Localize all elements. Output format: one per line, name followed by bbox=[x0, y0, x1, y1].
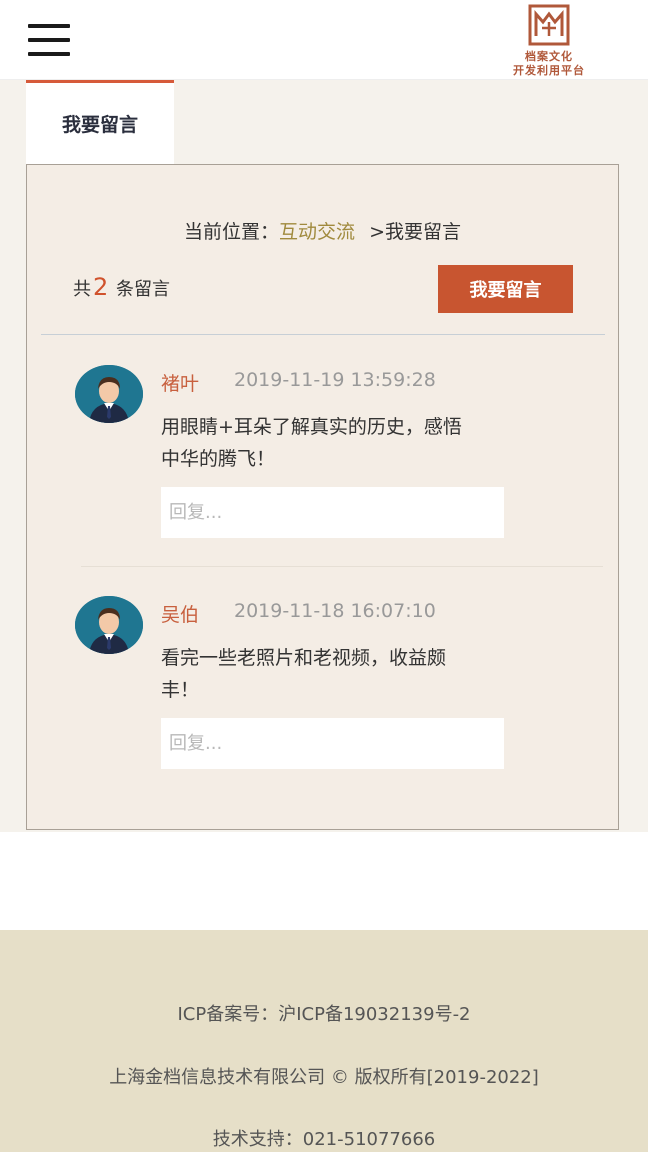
logo-line-1: 档案文化 bbox=[525, 50, 573, 63]
leave-message-button[interactable]: 我要留言 bbox=[438, 265, 573, 313]
message-panel: 当前位置：互动交流 >我要留言 共2 条留言 我要留言 褚叶 2019-11-1… bbox=[26, 164, 619, 830]
breadcrumb-link-interaction[interactable]: 互动交流 bbox=[279, 221, 355, 243]
logo-line-2: 开发利用平台 bbox=[513, 64, 585, 77]
header: 档案文化 开发利用平台 bbox=[0, 0, 648, 80]
footer: ICP备案号：沪ICP备19032139号-2 上海金档信息技术有限公司 © 版… bbox=[0, 930, 648, 1152]
message-separator bbox=[81, 566, 603, 567]
footer-copyright: 上海金档信息技术有限公司 © 版权所有[2019-2022] bbox=[109, 1067, 539, 1088]
message-text: 看完一些老照片和老视频，收益颇丰！ bbox=[161, 647, 447, 701]
breadcrumb: 当前位置：互动交流 >我要留言 bbox=[27, 217, 618, 244]
site-logo[interactable]: 档案文化 开发利用平台 bbox=[494, 0, 604, 80]
menu-button[interactable] bbox=[28, 22, 72, 58]
tab-leave-message[interactable]: 我要留言 bbox=[26, 80, 174, 164]
user-avatar-icon bbox=[75, 596, 143, 654]
message-time: 2019-11-19 13:59:28 bbox=[234, 369, 436, 391]
footer-support: 技术支持：021-51077666 bbox=[212, 1129, 436, 1150]
reply-input[interactable] bbox=[161, 487, 504, 538]
avatar bbox=[75, 596, 143, 654]
count-number: 2 bbox=[93, 273, 109, 301]
message-author: 褚叶 bbox=[161, 373, 200, 395]
footer-icp[interactable]: ICP备案号：沪ICP备19032139号-2 bbox=[0, 1000, 648, 1026]
message-time: 2019-11-18 16:07:10 bbox=[234, 600, 436, 622]
message-text: 用眼睛+耳朵了解真实的历史，感悟中华的腾飞！ bbox=[161, 416, 462, 470]
avatar bbox=[75, 365, 143, 423]
count-prefix: 共 bbox=[73, 279, 91, 300]
user-avatar-icon bbox=[75, 365, 143, 423]
divider bbox=[41, 334, 605, 335]
reply-input[interactable] bbox=[161, 718, 504, 769]
breadcrumb-current: 我要留言 bbox=[384, 221, 461, 243]
breadcrumb-separator: > bbox=[369, 221, 385, 243]
breadcrumb-prefix: 当前位置： bbox=[183, 221, 279, 243]
logo-emblem-icon bbox=[528, 4, 570, 46]
hamburger-icon bbox=[28, 24, 70, 28]
count-suffix: 条留言 bbox=[116, 279, 171, 300]
message-author: 吴伯 bbox=[161, 604, 200, 626]
message-count: 共2 条留言 bbox=[73, 273, 170, 301]
